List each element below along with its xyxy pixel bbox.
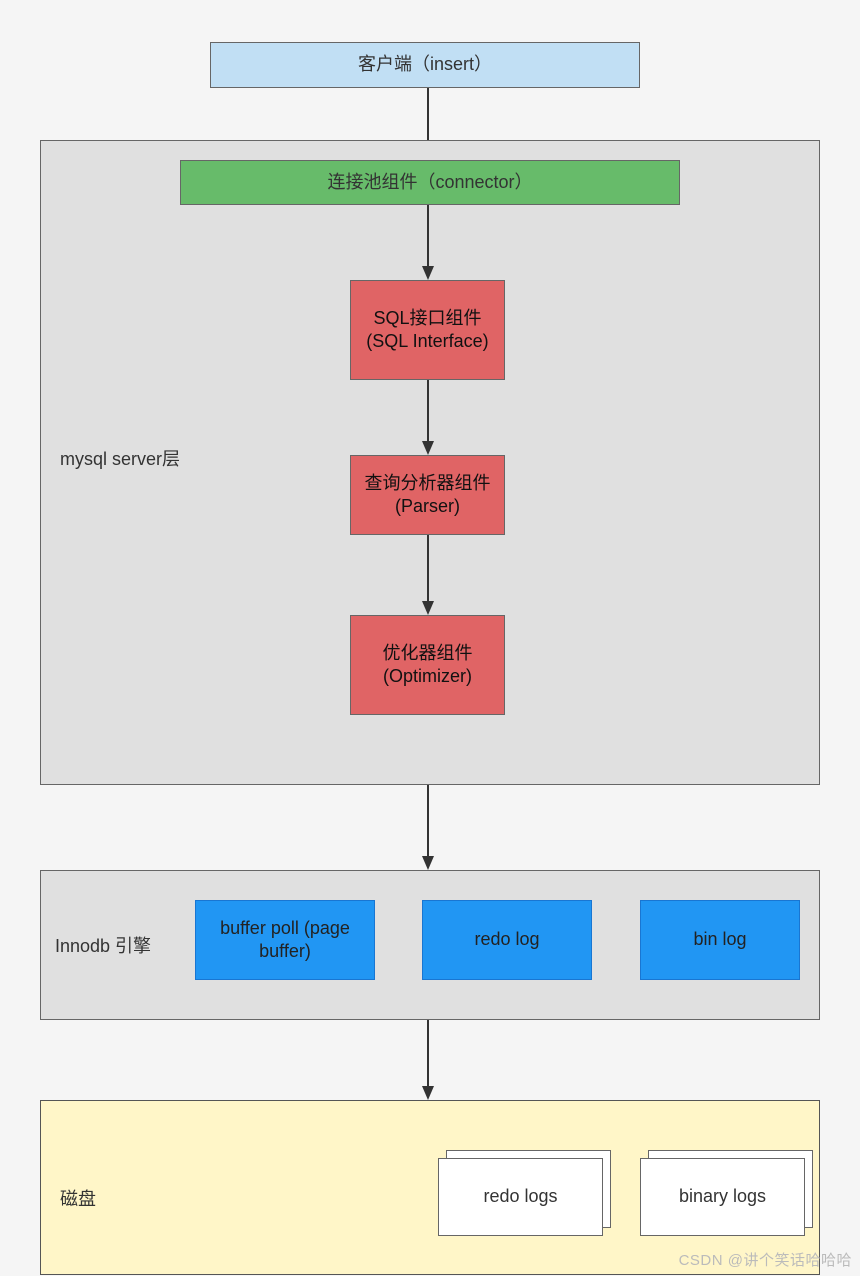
bin-log-label: bin log [693,928,746,951]
redo-logs-box: redo logs [438,1158,603,1236]
binary-logs-box: binary logs [640,1158,805,1236]
connector-label: 连接池组件（connector） [327,171,532,194]
parser-label: 查询分析器组件(Parser) [355,472,500,519]
buffer-pool-box: buffer poll (page buffer) [195,900,375,980]
redo-log-label: redo log [474,928,539,951]
binary-logs-label: binary logs [679,1185,766,1208]
disk-title: 磁盘 [60,1185,96,1211]
client-label: 客户端（insert） [358,53,492,76]
arrow-innodb-disk [422,1020,434,1100]
redo-log-box: redo log [422,900,592,980]
buffer-pool-label: buffer poll (page buffer) [200,917,370,964]
server-title: mysql server层 [60,445,180,471]
watermark: CSDN @讲个笑话哈哈哈 [679,1249,852,1270]
bin-log-box: bin log [640,900,800,980]
client-box: 客户端（insert） [210,42,640,88]
parser-box: 查询分析器组件(Parser) [350,455,505,535]
connector-box: 连接池组件（connector） [180,160,680,205]
sql-interface-label: SQL接口组件(SQL Interface) [355,307,500,354]
optimizer-label: 优化器组件(Optimizer) [355,642,500,689]
sql-interface-box: SQL接口组件(SQL Interface) [350,280,505,380]
arrow-server-innodb [422,785,434,870]
redo-logs-label: redo logs [483,1185,557,1208]
innodb-title: Innodb 引擎 [55,932,151,958]
optimizer-box: 优化器组件(Optimizer) [350,615,505,715]
